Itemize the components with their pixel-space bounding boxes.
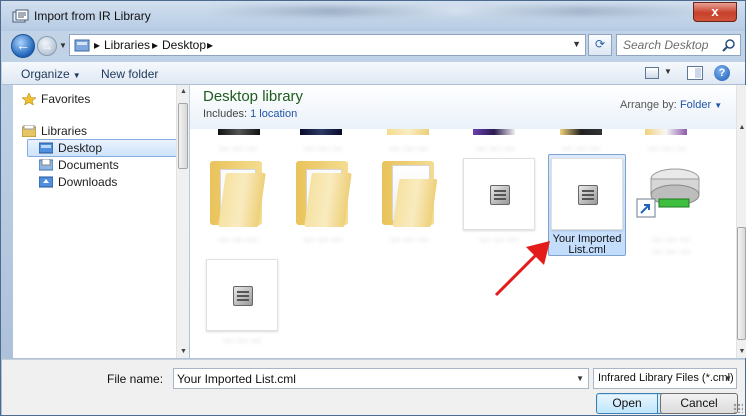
cml-file-thumbnail[interactable] (551, 158, 623, 230)
file-label: ··· ··· ··· (647, 143, 687, 155)
document-icon (578, 185, 598, 205)
close-button[interactable]: x (693, 2, 737, 22)
search-box[interactable] (616, 34, 741, 56)
chevron-down-icon[interactable]: ▼ (576, 374, 584, 383)
app-icon (12, 9, 29, 23)
chevron-down-icon: ▼ (714, 101, 723, 110)
sidebar-item-downloads[interactable]: Downloads (39, 175, 117, 189)
file-type-value: Infrared Library Files (*.cml) (598, 372, 734, 384)
file-type-select[interactable]: Infrared Library Files (*.cml) ▼ (593, 368, 737, 389)
command-toolbar: Organize ▼ New folder ▼ ? (2, 62, 745, 85)
file-label: ··· ··· ··· (651, 246, 691, 258)
address-bar[interactable]: ▸ Libraries ▸ Desktop ▸ ▼ (69, 34, 586, 56)
new-folder-button[interactable]: New folder (101, 67, 158, 81)
document-icon (490, 185, 510, 205)
file-name-label: File name: (107, 372, 164, 386)
selected-file-label-line2: List.cml (568, 244, 606, 256)
cancel-button[interactable]: Cancel (660, 393, 738, 414)
star-icon (22, 93, 36, 105)
sidebar-item-documents[interactable]: Documents (39, 158, 119, 172)
folder-icon[interactable] (382, 161, 438, 227)
blurred-region (206, 6, 706, 16)
file-name-input[interactable] (174, 369, 572, 388)
desktop-icon (39, 142, 53, 154)
crumb-separator-icon: ▸ (152, 38, 159, 52)
title-bar[interactable]: Import from IR Library x (1, 1, 745, 31)
drive-shortcut-icon[interactable] (635, 165, 701, 225)
library-header: Desktop library Includes: 1 location Arr… (190, 85, 736, 129)
navigation-pane: Favorites Libraries Desktop Documents Do… (13, 85, 188, 358)
view-dropdown-icon[interactable]: ▼ (664, 67, 672, 76)
import-dialog: Import from IR Library x ← → ▼ ▸ Librari… (0, 0, 746, 416)
search-input[interactable] (617, 35, 717, 55)
folder-icon[interactable] (296, 161, 352, 227)
annotation-arrow-icon (494, 241, 550, 297)
file-list-pane: ··· ··· ··· ··· ··· ··· ··· ··· ··· ··· … (190, 85, 736, 358)
sidebar-item-desktop[interactable]: Desktop (39, 141, 102, 155)
back-button[interactable]: ← (11, 34, 35, 58)
nav-favorites[interactable]: Favorites (22, 92, 90, 106)
scroll-up-icon[interactable]: ▲ (177, 85, 190, 98)
file-label: ··· ··· ··· (303, 234, 343, 246)
search-icon[interactable] (722, 38, 736, 52)
crumb-desktop[interactable]: Desktop (162, 38, 206, 52)
arrange-by-dropdown[interactable]: Folder ▼ (680, 99, 722, 111)
file-label: ··· ··· ··· (389, 143, 429, 155)
crumb-libraries[interactable]: Libraries (104, 38, 150, 52)
refresh-button[interactable]: ⟳ (588, 34, 612, 56)
file-label: ··· ··· ··· (475, 143, 515, 155)
scrollbar-thumb[interactable] (178, 103, 188, 169)
chevron-down-icon: ▼ (72, 71, 81, 80)
change-view-icon[interactable] (645, 67, 659, 79)
file-name-panel: File name: ▼ Infrared Library Files (*.c… (2, 359, 745, 415)
address-dropdown-icon[interactable]: ▼ (572, 39, 581, 49)
cml-file-thumbnail[interactable] (463, 158, 535, 230)
preview-pane-icon[interactable] (687, 66, 703, 80)
recent-pages-dropdown[interactable]: ▼ (59, 41, 67, 50)
locations-link[interactable]: 1 location (250, 108, 297, 120)
scrollbar-thumb[interactable] (737, 227, 746, 340)
document-icon (233, 286, 253, 306)
file-list-scrollbar[interactable]: ▲ ▼ (736, 85, 746, 358)
chevron-down-icon[interactable]: ▼ (724, 374, 732, 383)
scroll-up-icon[interactable]: ▲ (737, 121, 746, 134)
open-label: Open (612, 396, 642, 410)
scroll-down-icon[interactable]: ▼ (737, 345, 746, 358)
file-label: ··· ··· ··· (218, 234, 258, 246)
help-icon[interactable]: ? (714, 65, 730, 81)
scroll-down-icon[interactable]: ▼ (177, 345, 190, 358)
organize-button[interactable]: Organize ▼ (21, 67, 81, 81)
libraries-icon (74, 39, 90, 52)
file-label: ··· ··· ··· (651, 234, 691, 246)
forward-button[interactable]: → (37, 36, 57, 56)
crumb-separator-icon: ▸ (94, 38, 101, 52)
downloads-icon (39, 176, 53, 188)
folder-icon[interactable] (210, 161, 266, 227)
documents-icon (39, 159, 53, 171)
file-label: ··· ··· ··· (218, 143, 258, 155)
nav-pane-scrollbar[interactable]: ▲ ▼ (176, 85, 189, 358)
window-title: Import from IR Library (34, 9, 151, 23)
libraries-icon (22, 125, 36, 137)
resize-grip-icon[interactable] (733, 403, 743, 413)
nav-libraries[interactable]: Libraries (22, 124, 87, 138)
file-name-combobox[interactable]: ▼ (173, 368, 589, 389)
library-includes: Includes: 1 location (203, 108, 298, 120)
crumb-separator-icon: ▸ (207, 38, 214, 52)
arrange-by: Arrange by: Folder ▼ (620, 99, 723, 111)
library-title: Desktop library (203, 88, 304, 105)
navigation-bar: ← → ▼ ▸ Libraries ▸ Desktop ▸ ▼ ⟳ (11, 31, 741, 61)
cml-file-thumbnail[interactable] (206, 259, 278, 331)
file-label: ··· ··· ··· (303, 143, 343, 155)
file-label: ··· ··· ··· (389, 234, 429, 246)
file-label: ··· ··· ··· (222, 335, 262, 347)
